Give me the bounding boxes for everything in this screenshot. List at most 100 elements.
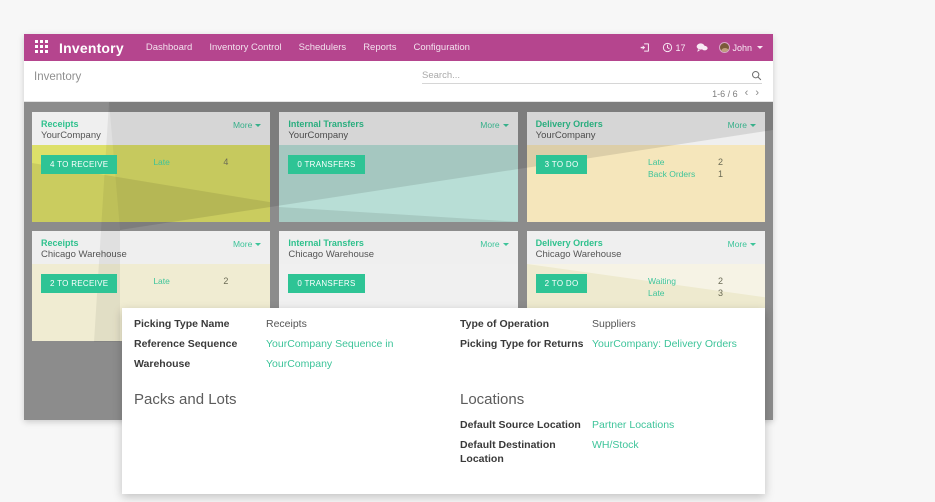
card-stats: Waiting 2 Late 3 (648, 274, 752, 298)
menu-item-configuration[interactable]: Configuration (413, 42, 470, 53)
pager-range: 1-6 / 6 (712, 88, 738, 99)
menu-item-dashboard[interactable]: Dashboard (146, 42, 192, 53)
menu-item-inventory-control[interactable]: Inventory Control (209, 42, 281, 53)
sign-in-icon[interactable] (640, 42, 651, 53)
chevron-down-icon (255, 124, 262, 128)
chevron-down-icon (749, 243, 756, 247)
chat-bubble-icon[interactable] (696, 42, 709, 53)
field-label: Picking Type for Returns (460, 338, 584, 350)
field-label: Default Source Location (460, 419, 581, 431)
chevron-down-icon (749, 124, 756, 128)
main-menu: Dashboard Inventory Control Schedulers R… (146, 42, 470, 53)
card-header: Delivery Orders YourCompany More (526, 112, 765, 145)
section-locations: Locations Default Source Location Partne… (460, 377, 765, 472)
menu-item-schedulers[interactable]: Schedulers (299, 42, 347, 53)
field-value-link[interactable]: YourCompany Sequence in (266, 337, 393, 351)
chevron-down-icon (502, 124, 509, 128)
card-action-button[interactable]: 4 TO RECEIVE (41, 155, 118, 174)
card-header: Receipts Chicago Warehouse More (32, 231, 271, 264)
search-icon[interactable] (751, 70, 762, 81)
control-panel: Inventory 1-6 / 6 ‹ › (24, 61, 773, 102)
breadcrumb: Inventory (34, 71, 82, 83)
card-more-dropdown[interactable]: More (480, 120, 509, 130)
card-more-dropdown[interactable]: More (728, 120, 756, 130)
card-header: Internal Transfers YourCompany More (279, 112, 518, 145)
card-stats: Late 4 (153, 155, 257, 167)
kanban-card-receipts-yourcompany[interactable]: Receipts YourCompany More 4 TO RECEIVE L… (32, 112, 271, 222)
field-reference-sequence: Reference Sequence YourCompany Sequence … (134, 337, 460, 351)
section-title: Locations (460, 391, 525, 408)
search-input[interactable] (422, 70, 751, 81)
card-title: Delivery Orders (535, 238, 603, 248)
card-stats: Late 2 Back Orders 1 (648, 155, 752, 179)
stat-label[interactable]: Late (648, 157, 708, 167)
kanban-row: Receipts YourCompany More 4 TO RECEIVE L… (32, 112, 765, 222)
stat-value: 2 (717, 276, 723, 286)
form-column-right: Type of Operation Suppliers Picking Type… (460, 317, 765, 377)
field-value-link[interactable]: YourCompany: Delivery Orders (592, 337, 737, 351)
menu-item-reports[interactable]: Reports (363, 42, 396, 53)
stat-label[interactable]: Late (153, 276, 213, 286)
stat-label[interactable]: Waiting (648, 276, 708, 286)
field-value-link[interactable]: WH/Stock (592, 438, 639, 452)
card-action-button[interactable]: 2 TO RECEIVE (41, 274, 118, 293)
card-more-dropdown[interactable]: More (232, 239, 262, 249)
pager-previous-icon[interactable]: ‹ (745, 88, 749, 99)
field-value-link[interactable]: YourCompany (266, 357, 332, 371)
stat-label[interactable]: Back Orders (648, 169, 708, 179)
activity-count: 17 (675, 42, 686, 53)
card-action-button[interactable]: 3 TO DO (535, 155, 588, 174)
card-title: Receipts (41, 119, 79, 129)
card-title: Internal Transfers (288, 238, 364, 248)
card-title: Internal Transfers (288, 119, 364, 129)
stat-label[interactable]: Late (153, 157, 213, 167)
card-more-dropdown[interactable]: More (232, 120, 262, 130)
topbar-right-tools: 17 John (640, 42, 763, 53)
search-bar[interactable] (422, 70, 762, 84)
card-action-button[interactable]: 2 TO DO (535, 274, 588, 293)
card-header: Delivery Orders Chicago Warehouse More (526, 231, 765, 264)
stat-value: 3 (717, 288, 723, 298)
card-more-dropdown[interactable]: More (480, 239, 509, 249)
field-label: Warehouse (134, 358, 191, 370)
field-value: Suppliers (592, 318, 636, 330)
card-more-label: More (232, 120, 253, 130)
card-body: 3 TO DO Late 2 Back Orders 1 (526, 145, 765, 222)
field-default-source-location: Default Source Location Partner Location… (460, 418, 765, 432)
card-body: 0 TRANSFERS (279, 145, 518, 222)
chevron-down-icon (255, 243, 262, 247)
card-header: Receipts YourCompany More (32, 112, 271, 145)
card-action-button[interactable]: 0 TRANSFERS (288, 274, 365, 293)
card-more-dropdown[interactable]: More (728, 239, 756, 249)
card-subtitle: Chicago Warehouse (288, 249, 375, 260)
card-more-label: More (480, 239, 500, 249)
apps-grid-icon[interactable] (35, 40, 50, 55)
kanban-card-internal-transfers-yourcompany[interactable]: Internal Transfers YourCompany More 0 TR… (279, 112, 518, 222)
user-menu[interactable]: John (719, 42, 763, 53)
user-name: John (732, 42, 752, 53)
pager-next-icon[interactable]: › (755, 88, 759, 99)
card-stats: Late 2 (153, 274, 257, 286)
form-column-left: Picking Type Name Receipts Reference Seq… (122, 317, 460, 377)
stat-value: 4 (223, 157, 229, 167)
card-body: 4 TO RECEIVE Late 4 (32, 145, 271, 222)
field-label: Picking Type Name (134, 318, 230, 330)
card-more-label: More (232, 239, 253, 249)
stat-value: 1 (717, 169, 723, 179)
app-title: Inventory (59, 39, 124, 56)
top-navigation-bar: Inventory Dashboard Inventory Control Sc… (24, 34, 773, 61)
activity-clock-icon[interactable]: 17 (662, 42, 685, 53)
form-fields-grid: Picking Type Name Receipts Reference Seq… (122, 317, 765, 377)
field-value: Receipts (266, 318, 307, 330)
section-packs-and-lots: Packs and Lots (122, 377, 460, 472)
card-more-label: More (480, 120, 500, 130)
field-type-of-operation: Type of Operation Suppliers (460, 317, 765, 331)
kanban-card-delivery-orders-yourcompany[interactable]: Delivery Orders YourCompany More 3 TO DO… (526, 112, 765, 222)
field-value-link[interactable]: Partner Locations (592, 418, 674, 432)
stat-label[interactable]: Late (648, 288, 708, 298)
field-default-destination-location: Default Destination Location WH/Stock (460, 438, 765, 466)
card-action-button[interactable]: 0 TRANSFERS (288, 155, 365, 174)
card-more-label: More (727, 239, 747, 249)
card-title: Receipts (41, 238, 79, 248)
pager: 1-6 / 6 ‹ › (712, 88, 759, 99)
